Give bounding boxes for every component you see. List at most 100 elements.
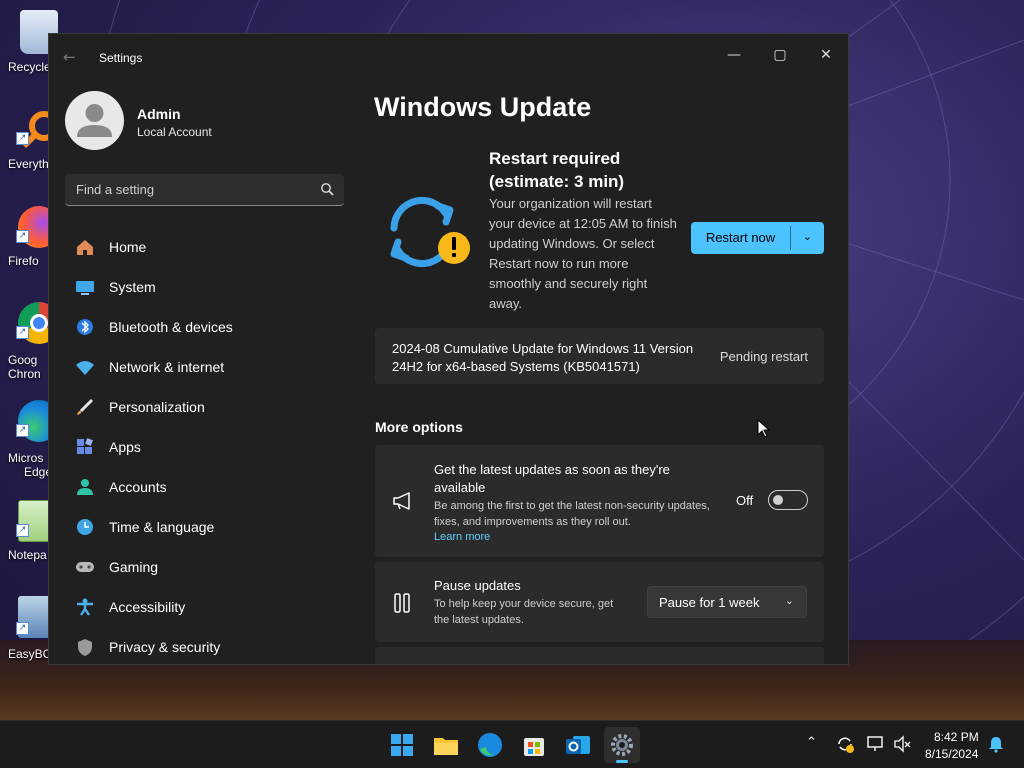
sidebar-item-label: Gaming: [109, 559, 159, 575]
sidebar-item-label: Personalization: [109, 399, 205, 415]
shortcut-arrow-icon: ↗: [16, 230, 29, 243]
start-button[interactable]: [384, 727, 420, 763]
person-icon: [77, 479, 93, 495]
pending-update-card: 2024-08 Cumulative Update for Windows 11…: [375, 328, 824, 384]
restart-split-button: Restart now ⌄: [691, 222, 824, 254]
sidebar-item-label: Network & internet: [109, 359, 225, 375]
tray-overflow-chevron-icon[interactable]: ⌃: [806, 735, 817, 750]
toggle-knob: [773, 495, 783, 505]
desktop-icon-label: Everyth: [8, 157, 49, 171]
sidebar-item-time-language[interactable]: Time & language: [65, 509, 344, 545]
sidebar-item-personalization[interactable]: Personalization: [65, 389, 344, 425]
edge-icon: [478, 733, 502, 757]
restart-now-button[interactable]: Restart now: [691, 222, 790, 254]
next-option-card[interactable]: [375, 647, 824, 664]
user-icon: [77, 104, 112, 137]
desktop-icon-label: Notepa: [8, 548, 47, 562]
search-box: [65, 174, 344, 206]
latest-updates-toggle[interactable]: [768, 490, 808, 510]
accessibility-icon: [77, 598, 93, 616]
shortcut-arrow-icon: ↗: [16, 132, 29, 145]
megaphone-icon: [393, 492, 410, 510]
taskbar-edge[interactable]: [472, 727, 508, 763]
notification-bell-icon[interactable]: [988, 735, 1004, 753]
update-sync-warning-icon: [390, 196, 470, 268]
apps-icon: [77, 438, 93, 454]
globe-clock-icon: [77, 519, 93, 535]
latest-updates-card[interactable]: Get the latest updates as soon as they'r…: [375, 445, 824, 557]
sidebar-item-home[interactable]: Home: [65, 229, 344, 265]
toggle-state-label: Off: [736, 493, 754, 508]
option-title: Get the latest updates as soon as they'r…: [434, 462, 670, 495]
avatar[interactable]: [65, 91, 124, 150]
desktop-icon-label: Firefo: [8, 254, 39, 268]
minimize-button[interactable]: —: [711, 40, 757, 70]
outlook-icon: [566, 736, 590, 754]
taskbar-settings[interactable]: [604, 727, 640, 763]
monitor-icon: [76, 281, 94, 295]
taskbar-outlook[interactable]: [560, 727, 596, 763]
taskbar: ⌃ 8:42 PM 8/15/2024: [0, 720, 1024, 768]
sidebar-item-label: Time & language: [109, 519, 215, 535]
wifi-icon: [76, 361, 94, 375]
pause-updates-card[interactable]: Pause updates To help keep your device s…: [375, 562, 824, 642]
sidebar-item-label: Accounts: [109, 479, 167, 495]
search-icon[interactable]: [320, 182, 334, 196]
mouse-cursor-icon: [757, 419, 771, 438]
sidebar-item-label: Privacy & security: [109, 639, 221, 655]
sidebar-item-accessibility[interactable]: Accessibility: [65, 589, 344, 625]
page-title: Windows Update: [374, 92, 592, 122]
taskbar-store[interactable]: [516, 727, 552, 763]
pause-icon: [394, 593, 410, 613]
search-input[interactable]: [65, 174, 305, 205]
more-options-heading: More options: [375, 419, 463, 435]
close-button[interactable]: ✕: [803, 40, 848, 70]
update-status: Pending restart: [719, 349, 808, 364]
desktop-icon-label: Micros: [8, 451, 44, 465]
windows-update-tray-icon[interactable]: [835, 734, 855, 754]
sidebar-item-gaming[interactable]: Gaming: [65, 549, 344, 585]
select-value: Pause for 1 week: [659, 595, 760, 610]
option-title: Pause updates: [434, 578, 521, 593]
option-description: Be among the first to get the latest non…: [434, 500, 710, 528]
store-bag-icon: [524, 738, 544, 756]
clock-time[interactable]: 8:42 PM: [934, 730, 979, 744]
gamepad-icon: [76, 562, 94, 572]
sidebar-item-label: Bluetooth & devices: [109, 319, 233, 335]
shortcut-arrow-icon: ↗: [16, 326, 29, 339]
window-title: Settings: [99, 51, 143, 65]
active-indicator: [616, 760, 628, 763]
desktop-icon-label: Chron: [8, 367, 41, 381]
windows-logo-icon: [391, 734, 413, 756]
sidebar-item-network[interactable]: Network & internet: [65, 349, 344, 385]
network-monitor-icon[interactable]: [866, 735, 886, 753]
chevron-down-icon: ⌄: [784, 594, 794, 607]
speaker-muted-icon[interactable]: [893, 735, 913, 753]
shortcut-arrow-icon: ↗: [16, 524, 29, 537]
brush-icon: [77, 398, 94, 415]
taskbar-file-explorer[interactable]: [428, 727, 464, 763]
maximize-button[interactable]: ▢: [757, 40, 803, 70]
desktop-icon-label: Goog: [8, 353, 38, 367]
learn-more-link[interactable]: Learn more: [434, 531, 490, 543]
title-bar[interactable]: ← Settings — ▢ ✕: [49, 34, 848, 82]
restart-description: Your organization will restart your devi…: [489, 196, 677, 311]
desktop-icon-label: Recycle: [8, 60, 51, 74]
clock-date[interactable]: 8/15/2024: [925, 747, 978, 761]
gear-icon: [611, 734, 633, 756]
back-arrow-icon[interactable]: ←: [63, 48, 76, 66]
restart-required-heading: Restart required (estimate: 3 min): [489, 149, 625, 191]
sidebar-item-bluetooth[interactable]: Bluetooth & devices: [65, 309, 344, 345]
sidebar-item-privacy-security[interactable]: Privacy & security: [65, 629, 344, 664]
sidebar-item-system[interactable]: System: [65, 269, 344, 305]
shield-icon: [78, 639, 92, 656]
sidebar-item-apps[interactable]: Apps: [65, 429, 344, 465]
pause-duration-select[interactable]: Pause for 1 week ⌄: [647, 586, 807, 618]
chevron-down-icon[interactable]: ⌄: [791, 222, 824, 254]
sidebar-item-label: Accessibility: [109, 599, 186, 615]
sidebar-item-accounts[interactable]: Accounts: [65, 469, 344, 505]
sidebar-item-label: Home: [109, 239, 147, 255]
folder-icon: [434, 738, 458, 755]
profile-account-type: Local Account: [137, 125, 212, 139]
bluetooth-icon: [77, 319, 93, 335]
